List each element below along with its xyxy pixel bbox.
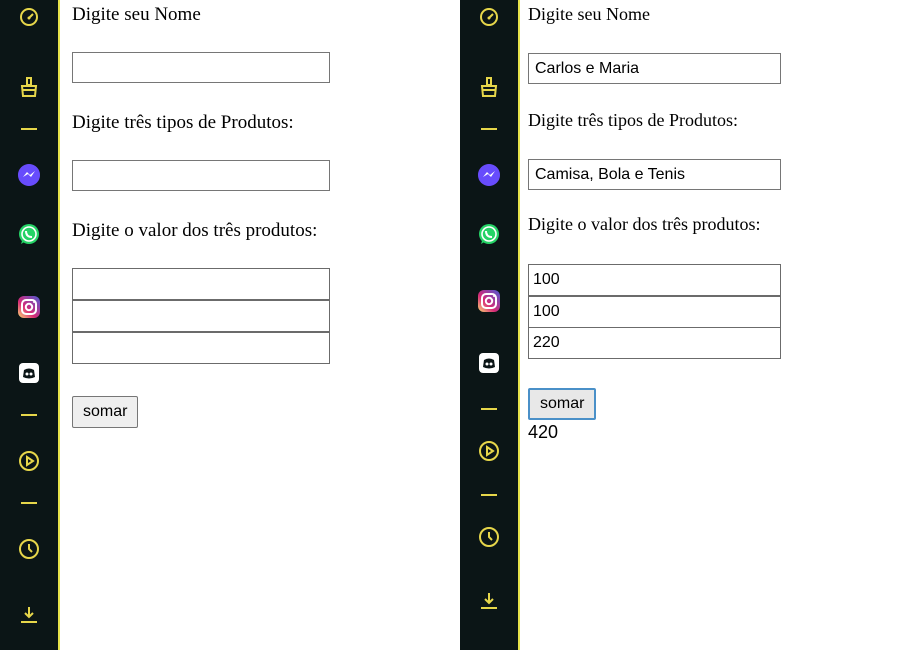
whatsapp-icon[interactable] bbox=[0, 218, 58, 252]
form-content: Digite seu Nome Digite três tipos de Pro… bbox=[72, 0, 456, 650]
discord-icon[interactable] bbox=[0, 356, 58, 390]
values-label: Digite o valor dos três produtos: bbox=[528, 214, 761, 234]
form-panel-filled: Digite seu Nome Digite três tipos de Pro… bbox=[460, 0, 900, 650]
products-input[interactable] bbox=[528, 159, 781, 190]
value3-input[interactable] bbox=[72, 332, 330, 364]
sidebar bbox=[460, 0, 520, 650]
play-circle-icon[interactable] bbox=[0, 444, 58, 478]
play-circle-icon[interactable] bbox=[460, 434, 518, 468]
sum-result: 420 bbox=[528, 422, 559, 442]
value2-input[interactable] bbox=[72, 300, 330, 332]
speedometer-icon[interactable] bbox=[460, 0, 518, 34]
sidebar-divider bbox=[21, 128, 37, 130]
broom-icon[interactable] bbox=[460, 70, 518, 104]
sidebar-divider bbox=[481, 408, 497, 410]
products-label: Digite três tipos de Produtos: bbox=[528, 110, 738, 130]
products-label: Digite três tipos de Produtos: bbox=[72, 112, 294, 133]
sidebar-divider bbox=[21, 502, 37, 504]
values-label: Digite o valor dos três produtos: bbox=[72, 220, 318, 241]
discord-icon[interactable] bbox=[460, 346, 518, 380]
value1-input[interactable] bbox=[72, 268, 330, 300]
sum-button[interactable]: somar bbox=[528, 388, 597, 420]
sum-button[interactable]: somar bbox=[72, 396, 139, 428]
messenger-icon[interactable] bbox=[460, 158, 518, 192]
sidebar-divider bbox=[481, 128, 497, 130]
clock-icon[interactable] bbox=[0, 532, 58, 566]
broom-icon[interactable] bbox=[0, 70, 58, 104]
form-content: Digite seu Nome Digite três tipos de Pro… bbox=[528, 0, 900, 650]
value3-input[interactable] bbox=[528, 327, 781, 359]
sidebar-divider bbox=[21, 414, 37, 416]
instagram-icon[interactable] bbox=[460, 284, 518, 318]
sidebar-divider bbox=[481, 494, 497, 496]
clock-icon[interactable] bbox=[460, 520, 518, 554]
sidebar bbox=[0, 0, 60, 650]
messenger-icon[interactable] bbox=[0, 158, 58, 192]
speedometer-icon[interactable] bbox=[0, 0, 58, 34]
name-label: Digite seu Nome bbox=[528, 4, 650, 24]
name-input[interactable] bbox=[528, 53, 781, 84]
download-icon[interactable] bbox=[0, 598, 58, 632]
value2-input[interactable] bbox=[528, 296, 781, 328]
products-input[interactable] bbox=[72, 160, 330, 191]
name-input[interactable] bbox=[72, 52, 330, 83]
whatsapp-icon[interactable] bbox=[460, 218, 518, 252]
instagram-icon[interactable] bbox=[0, 290, 58, 324]
name-label: Digite seu Nome bbox=[72, 4, 201, 25]
download-icon[interactable] bbox=[460, 584, 518, 618]
value1-input[interactable] bbox=[528, 264, 781, 296]
form-panel-empty: Digite seu Nome Digite três tipos de Pro… bbox=[0, 0, 456, 650]
